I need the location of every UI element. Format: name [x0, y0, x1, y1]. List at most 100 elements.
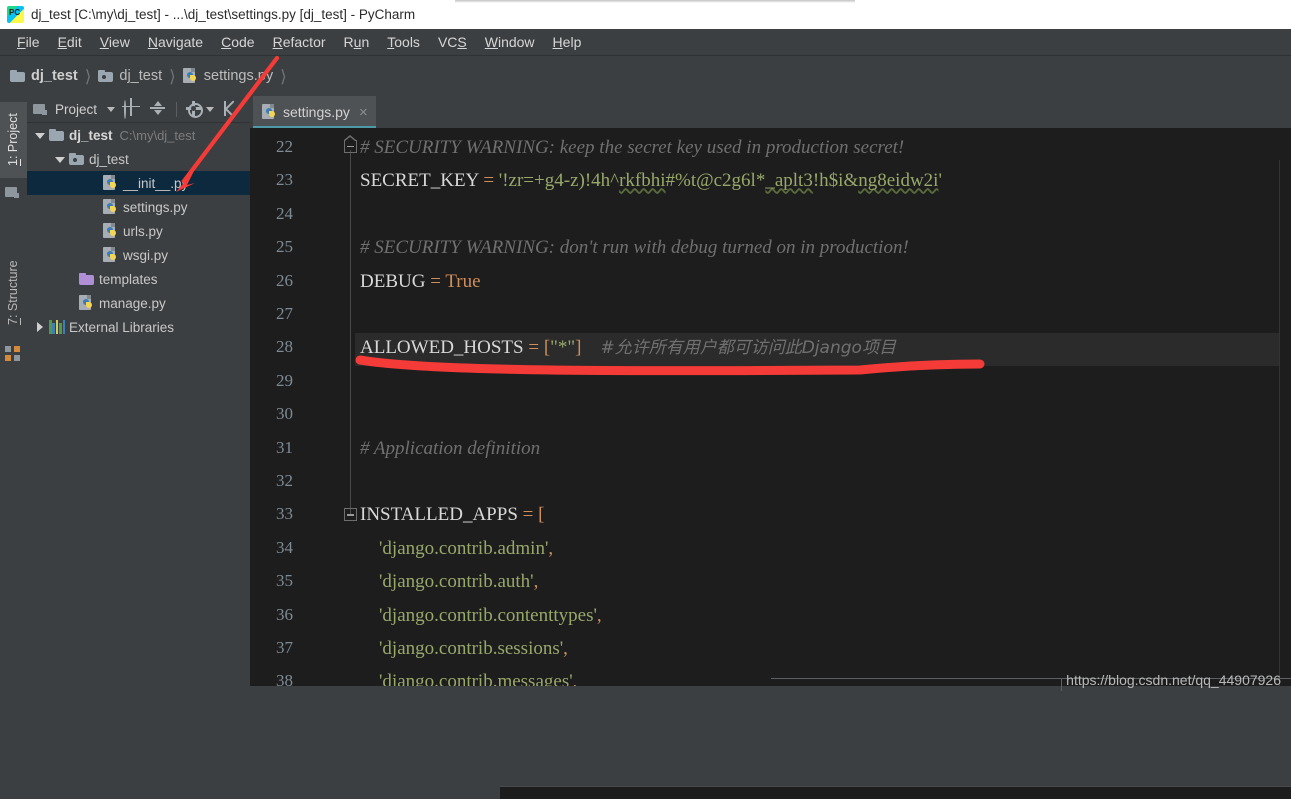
- code-line: 'django.contrib.messages',: [360, 672, 577, 686]
- pycharm-window: PC dj_test [C:\my\dj_test] - ...\dj_test…: [0, 0, 1291, 799]
- code-token: = [: [523, 337, 551, 359]
- code-token: '!zr=+g4-z)!4h^: [498, 170, 620, 192]
- chevron-down-icon[interactable]: [35, 130, 46, 141]
- menu-code[interactable]: Code: [212, 32, 263, 52]
- chevron-down-icon[interactable]: [55, 154, 66, 165]
- sidebar-tab-project-label: 1: Project: [6, 113, 20, 167]
- menu-help[interactable]: Help: [544, 32, 591, 52]
- code-line: 'django.contrib.contenttypes',: [360, 605, 602, 626]
- tree-label: dj_test: [69, 127, 113, 143]
- breadcrumb-label-0: dj_test: [31, 68, 78, 84]
- menu-vcs[interactable]: VCS: [429, 32, 476, 52]
- title-bar: PC dj_test [C:\my\dj_test] - ...\dj_test…: [0, 0, 1291, 29]
- tree-label: wsgi.py: [123, 247, 169, 263]
- tree-label: templates: [99, 271, 158, 287]
- watermark: https://blog.csdn.net/qq_44907926: [1066, 672, 1281, 688]
- close-icon[interactable]: ×: [359, 104, 368, 121]
- breadcrumb-label-2: settings.py: [203, 68, 274, 84]
- code-token: ,: [572, 671, 578, 686]
- editor-area: settings.py × 22 23 24 25 26 27 28 29 30 31 32 33 34…: [250, 96, 1291, 799]
- code-token: SECRET_KEY: [360, 170, 479, 192]
- editor-tab-settings-py[interactable]: settings.py ×: [253, 96, 376, 128]
- python-file-icon: [103, 247, 118, 263]
- menu-file[interactable]: File: [8, 32, 49, 52]
- tree-node-external-libraries[interactable]: External Libraries: [27, 315, 250, 339]
- code-editor[interactable]: 22 23 24 25 26 27 28 29 30 31 32 33 34 35 36 37 38 # SEC…: [250, 128, 1291, 686]
- code-token: # SECURITY WARNING: don't run with debug…: [360, 237, 909, 259]
- title-shadow: [455, 0, 855, 3]
- code-line: # SECURITY WARNING: don't run with debug…: [360, 238, 909, 258]
- code-token: DEBUG: [360, 270, 426, 292]
- sidebar-tab-project[interactable]: 1: Project: [0, 102, 27, 178]
- breadcrumb-item-2[interactable]: settings.py: [182, 68, 274, 84]
- tree-node-urls-py[interactable]: urls.py: [27, 219, 250, 243]
- folder-icon: [10, 70, 25, 82]
- python-file-icon: [103, 175, 118, 191]
- breadcrumb-item-0[interactable]: dj_test: [10, 68, 78, 84]
- menu-window[interactable]: Window: [476, 32, 544, 52]
- menu-refactor[interactable]: Refactor: [264, 32, 335, 52]
- menu-run[interactable]: Run: [335, 32, 379, 52]
- tree-label: urls.py: [123, 223, 163, 239]
- menu-navigate[interactable]: Navigate: [139, 32, 212, 52]
- tree-node-manage-py[interactable]: manage.py: [27, 291, 250, 315]
- tree-label: __init__.py: [123, 175, 189, 191]
- hide-panel-icon[interactable]: [223, 100, 242, 118]
- code-token: 'django.contrib.auth': [360, 571, 534, 593]
- status-divider-vertical: [1061, 678, 1062, 691]
- tool-window-strip: 1: Project 7: Structure: [0, 96, 27, 702]
- folder-icon: [49, 129, 64, 141]
- toolbar-divider: [176, 101, 178, 117]
- sidebar-tab-structure-label: 7: Structure: [6, 260, 20, 325]
- libraries-icon: [49, 320, 66, 334]
- code-token: ,: [533, 571, 539, 593]
- code-token: 'django.contrib.admin': [360, 537, 549, 559]
- code-lines: # SECURITY WARNING: keep the secret key …: [250, 128, 1291, 687]
- breadcrumb-label-1: dj_test: [119, 68, 163, 84]
- gear-icon[interactable]: [186, 100, 204, 118]
- chevron-down-icon[interactable]: [107, 106, 116, 112]
- code-token: # SECURITY WARNING: keep the secret key …: [360, 137, 905, 158]
- tree-node-dj_test-root[interactable]: dj_test C:\my\dj_test: [27, 123, 250, 147]
- code-token: _aplt3: [765, 170, 813, 192]
- code-token: ': [938, 170, 942, 192]
- menu-edit[interactable]: Edit: [49, 32, 91, 52]
- code-token: # Application definition: [360, 437, 541, 459]
- code-line: 'django.contrib.sessions',: [360, 639, 568, 659]
- tree-node-templates[interactable]: templates: [27, 267, 250, 291]
- tree-node-wsgi-py[interactable]: wsgi.py: [27, 243, 250, 267]
- code-line: # Application definition: [360, 437, 541, 459]
- chevron-right-icon[interactable]: [35, 321, 46, 333]
- locate-target-icon[interactable]: [124, 99, 141, 119]
- code-line: DEBUG = True: [360, 270, 481, 292]
- code-token: = [: [517, 504, 545, 526]
- code-token: 'django.contrib.messages': [360, 671, 573, 686]
- gear-chevron-down-icon[interactable]: [206, 106, 215, 112]
- folder-purple-icon: [79, 273, 94, 285]
- tree-label: manage.py: [99, 295, 166, 311]
- collapse-all-icon[interactable]: [150, 101, 167, 118]
- code-token: !h$i&: [812, 170, 859, 192]
- code-token: #允许所有用户都可访问此Django项目: [600, 338, 896, 359]
- code-token: INSTALLED_APPS: [360, 504, 518, 526]
- code-token: ALLOWED_HOSTS: [360, 337, 524, 359]
- folder-module-icon: [98, 70, 114, 82]
- editor-right-gutter[interactable]: [1279, 160, 1291, 686]
- python-file-icon: [103, 199, 118, 215]
- project-tool-window: Project dj_test C:\my\dj_test dj_test __…: [27, 96, 250, 702]
- menu-view[interactable]: View: [91, 32, 139, 52]
- code-line: 'django.contrib.admin',: [360, 537, 553, 559]
- tree-label: External Libraries: [69, 319, 175, 335]
- breadcrumb-item-1[interactable]: dj_test: [98, 68, 162, 84]
- window-title: dj_test [C:\my\dj_test] - ...\dj_test\se…: [31, 7, 416, 22]
- code-line: 'django.contrib.auth',: [360, 572, 538, 592]
- tree-label: dj_test: [89, 151, 129, 167]
- code-token: ng8eidw2i: [858, 170, 939, 192]
- menu-tools[interactable]: Tools: [378, 32, 429, 52]
- code-line: # SECURITY WARNING: keep the secret key …: [360, 138, 904, 158]
- tree-node-init-py[interactable]: __init__.py: [27, 171, 250, 195]
- sidebar-tab-structure[interactable]: 7: Structure: [0, 246, 27, 339]
- tree-node-dj_test-module[interactable]: dj_test: [27, 147, 250, 171]
- tree-node-settings-py[interactable]: settings.py: [27, 195, 250, 219]
